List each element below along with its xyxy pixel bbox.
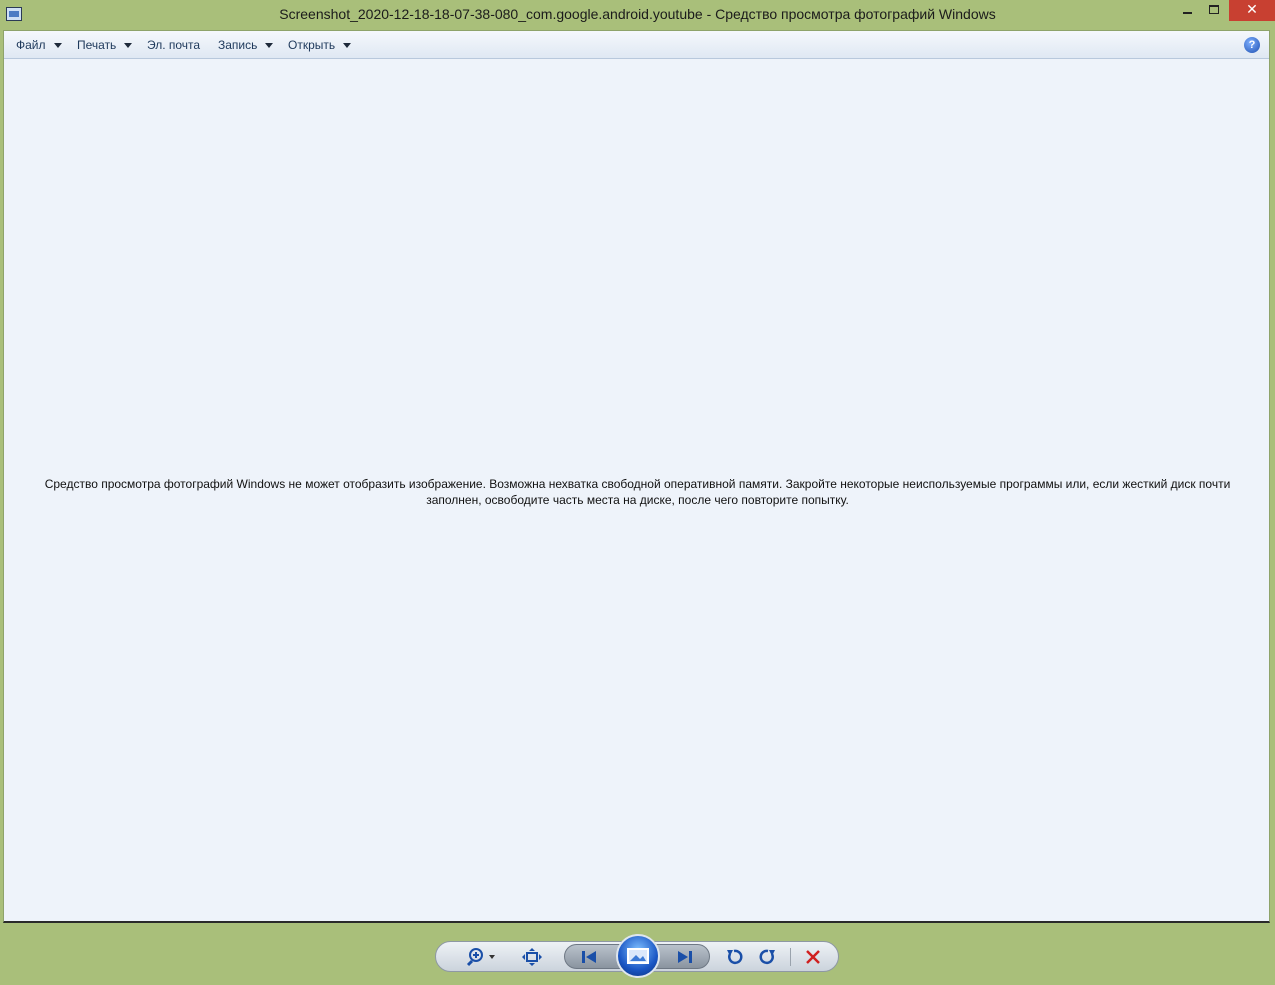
help-icon[interactable]: ? [1244,37,1260,53]
chevron-down-icon [343,43,352,49]
rotate-counterclockwise-button[interactable] [723,942,745,971]
menu-burn[interactable]: Запись [218,38,274,52]
toolbar-separator [790,948,791,966]
error-message: Средство просмотра фотографий Windows не… [44,477,1231,507]
zoom-icon [466,947,495,966]
menu-file-label: Файл [16,38,46,52]
rotate-clockwise-button[interactable] [757,942,779,971]
delete-icon [806,949,820,964]
menu-burn-label: Запись [218,38,258,52]
slideshow-button[interactable] [616,934,660,978]
slideshow-icon [627,948,649,964]
menu-bar: Файл Печать Эл. почта Запись Открыть ? [4,31,1269,59]
menu-print[interactable]: Печать [77,38,133,52]
title-bar: Screenshot_2020-12-18-18-07-38-080_com.g… [0,0,1275,30]
delete-button[interactable] [802,942,824,971]
zoom-button[interactable] [462,942,498,971]
fit-to-window-button[interactable] [520,942,544,971]
fit-to-window-icon [522,947,542,966]
minimize-button[interactable] [1172,0,1202,21]
next-button[interactable] [673,945,697,968]
close-button[interactable]: ✕ [1229,0,1275,21]
menu-email[interactable]: Эл. почта [147,38,200,52]
chevron-down-icon [124,43,133,49]
previous-icon [582,950,596,963]
chevron-down-icon [265,43,274,49]
menu-email-label: Эл. почта [147,38,201,52]
menu-file[interactable]: Файл [16,38,62,52]
menu-open[interactable]: Открыть [288,38,352,52]
bottom-toolbar [435,934,839,978]
rotate-counterclockwise-icon [727,949,743,964]
rotate-clockwise-icon [759,949,775,964]
maximize-button[interactable] [1202,0,1228,21]
window-title: Screenshot_2020-12-18-18-07-38-080_com.g… [279,6,996,22]
menu-print-label: Печать [77,38,117,52]
previous-button[interactable] [577,945,601,968]
chevron-down-icon [53,43,62,49]
next-icon [678,950,692,963]
viewer-window: Файл Печать Эл. почта Запись Открыть ? С… [3,30,1270,923]
menu-open-label: Открыть [288,38,336,52]
